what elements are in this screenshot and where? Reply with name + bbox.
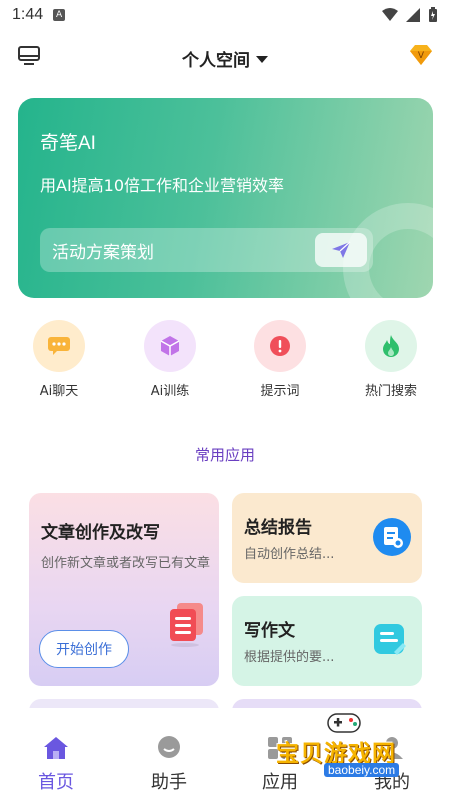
space-selector[interactable]: 个人空间: [182, 46, 268, 71]
quick-item-ai-chat[interactable]: Ai聊天: [9, 320, 109, 399]
quick-item-label: 热门搜索: [364, 384, 417, 399]
alert-icon: [254, 320, 306, 372]
nav-assistant[interactable]: 助手: [129, 736, 209, 794]
signal-icon: [406, 8, 420, 22]
quick-item-label: 提示词: [260, 384, 300, 399]
top-header: 个人空间 V: [0, 38, 450, 78]
nav-home[interactable]: 首页: [16, 736, 96, 794]
card-title: 总结报告: [244, 518, 312, 538]
card-desc: 自动创作总结...: [244, 547, 335, 562]
wifi-icon: [382, 8, 398, 21]
nav-label: 首页: [38, 772, 74, 793]
svg-text:V: V: [418, 51, 425, 61]
watermark: 宝贝游戏网 baobeiy.com: [268, 708, 438, 788]
card-desc: 根据提供的要...: [244, 650, 335, 665]
prompt-input[interactable]: 活动方案策划: [40, 228, 373, 272]
quick-item-label: Ai训练: [150, 384, 190, 399]
card-desc: 创作新文章或者改写已有文章: [41, 556, 211, 571]
cube-icon: [144, 320, 196, 372]
status-bar: 1:44 A: [0, 0, 450, 30]
card-title: 文章创作及改写: [41, 523, 160, 543]
card-essay-writing[interactable]: 写作文 根据提供的要...: [232, 596, 422, 686]
section-title: 常用应用: [194, 446, 255, 464]
start-writing-button[interactable]: 开始创作: [39, 630, 129, 668]
gamepad-icon: [327, 713, 361, 733]
hero-title: 奇笔AI: [40, 133, 96, 154]
card-summary-report[interactable]: 总结报告 自动创作总结...: [232, 493, 422, 583]
hero-banner: 奇笔AI 用AI提高10倍工作和企业营销效率 活动方案策划: [18, 98, 433, 298]
home-icon: [44, 737, 68, 759]
quick-item-ai-training[interactable]: Ai训练: [120, 320, 220, 399]
assistant-icon: [158, 736, 180, 758]
send-icon: [332, 241, 351, 258]
status-time: 1:44: [12, 6, 44, 23]
chevron-down-icon: [256, 55, 268, 63]
card-article-writing[interactable]: 文章创作及改写 创作新文章或者改写已有文章 开始创作: [29, 493, 219, 686]
card-title: 写作文: [244, 621, 295, 641]
quick-item-hot-search[interactable]: 热门搜索: [341, 320, 441, 399]
flame-icon: [365, 320, 417, 372]
document-stack-icon: [167, 601, 207, 651]
space-title: 个人空间: [182, 50, 250, 71]
vip-diamond-icon[interactable]: V: [408, 44, 434, 70]
nav-label: 助手: [151, 772, 187, 793]
quick-actions: Ai聊天 Ai训练 提示词 热门搜索: [0, 320, 450, 410]
report-icon: [372, 517, 412, 561]
prompt-input-value: 活动方案策划: [52, 242, 154, 263]
essay-icon: [372, 622, 408, 662]
watermark-url: baobeiy.com: [324, 763, 400, 777]
monitor-icon[interactable]: [18, 46, 40, 70]
quick-item-label: Ai聊天: [39, 384, 79, 399]
chat-bubble-icon: [33, 320, 85, 372]
battery-icon: [429, 7, 437, 22]
hero-slogan: 用AI提高10倍工作和企业营销效率: [40, 176, 285, 195]
app-badge-icon: A: [53, 9, 66, 21]
send-button[interactable]: [315, 233, 367, 267]
quick-item-prompts[interactable]: 提示词: [230, 320, 330, 399]
